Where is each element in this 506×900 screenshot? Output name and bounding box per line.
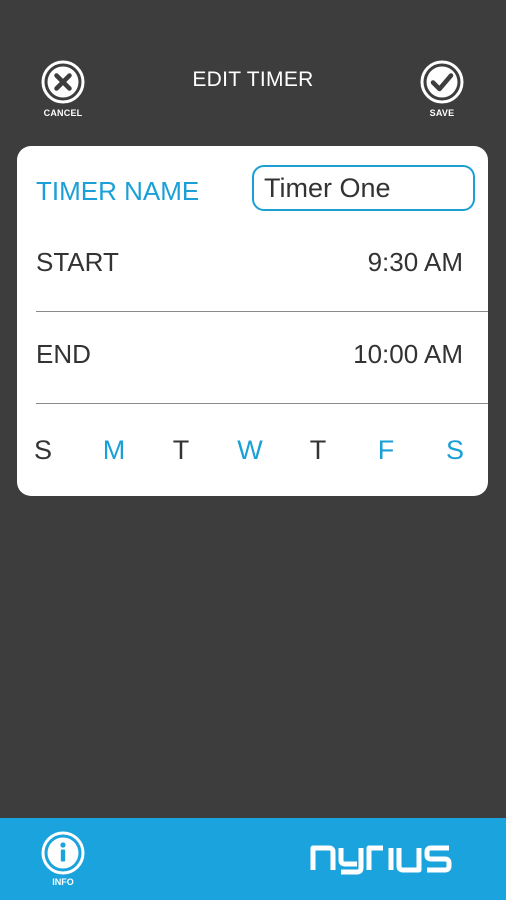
day-toggle-friday[interactable]: F [366,404,406,496]
day-toggle-thursday[interactable]: T [298,404,338,496]
day-toggle-sunday[interactable]: S [23,404,63,496]
day-toggle-tuesday[interactable]: T [161,404,201,496]
info-button[interactable]: INFO [40,830,86,887]
day-toggle-saturday[interactable]: S [435,404,475,496]
start-time-row[interactable]: START 9:30 AM [17,216,488,308]
info-icon [41,831,85,875]
day-toggle-wednesday[interactable]: W [230,404,270,496]
timer-form-card: TIMER NAME START 9:30 AM END 10:00 AM S … [17,146,488,496]
nyrius-logo [310,845,452,875]
info-label: INFO [52,877,74,887]
end-time-row[interactable]: END 10:00 AM [17,308,488,400]
timer-name-input[interactable] [252,165,475,211]
save-button[interactable]: SAVE [412,60,472,118]
day-selector: S M T W T F S [17,404,488,496]
checkmark-icon [420,60,464,104]
timer-name-label: TIMER NAME [36,176,200,206]
footer-bar: INFO [0,818,506,900]
save-label: SAVE [429,108,455,118]
end-time-value: 10:00 AM [353,339,463,369]
cancel-label: CANCEL [43,108,83,118]
start-time-value: 9:30 AM [367,247,463,277]
day-toggle-monday[interactable]: M [94,404,134,496]
end-label: END [36,339,91,369]
start-label: START [36,247,119,277]
